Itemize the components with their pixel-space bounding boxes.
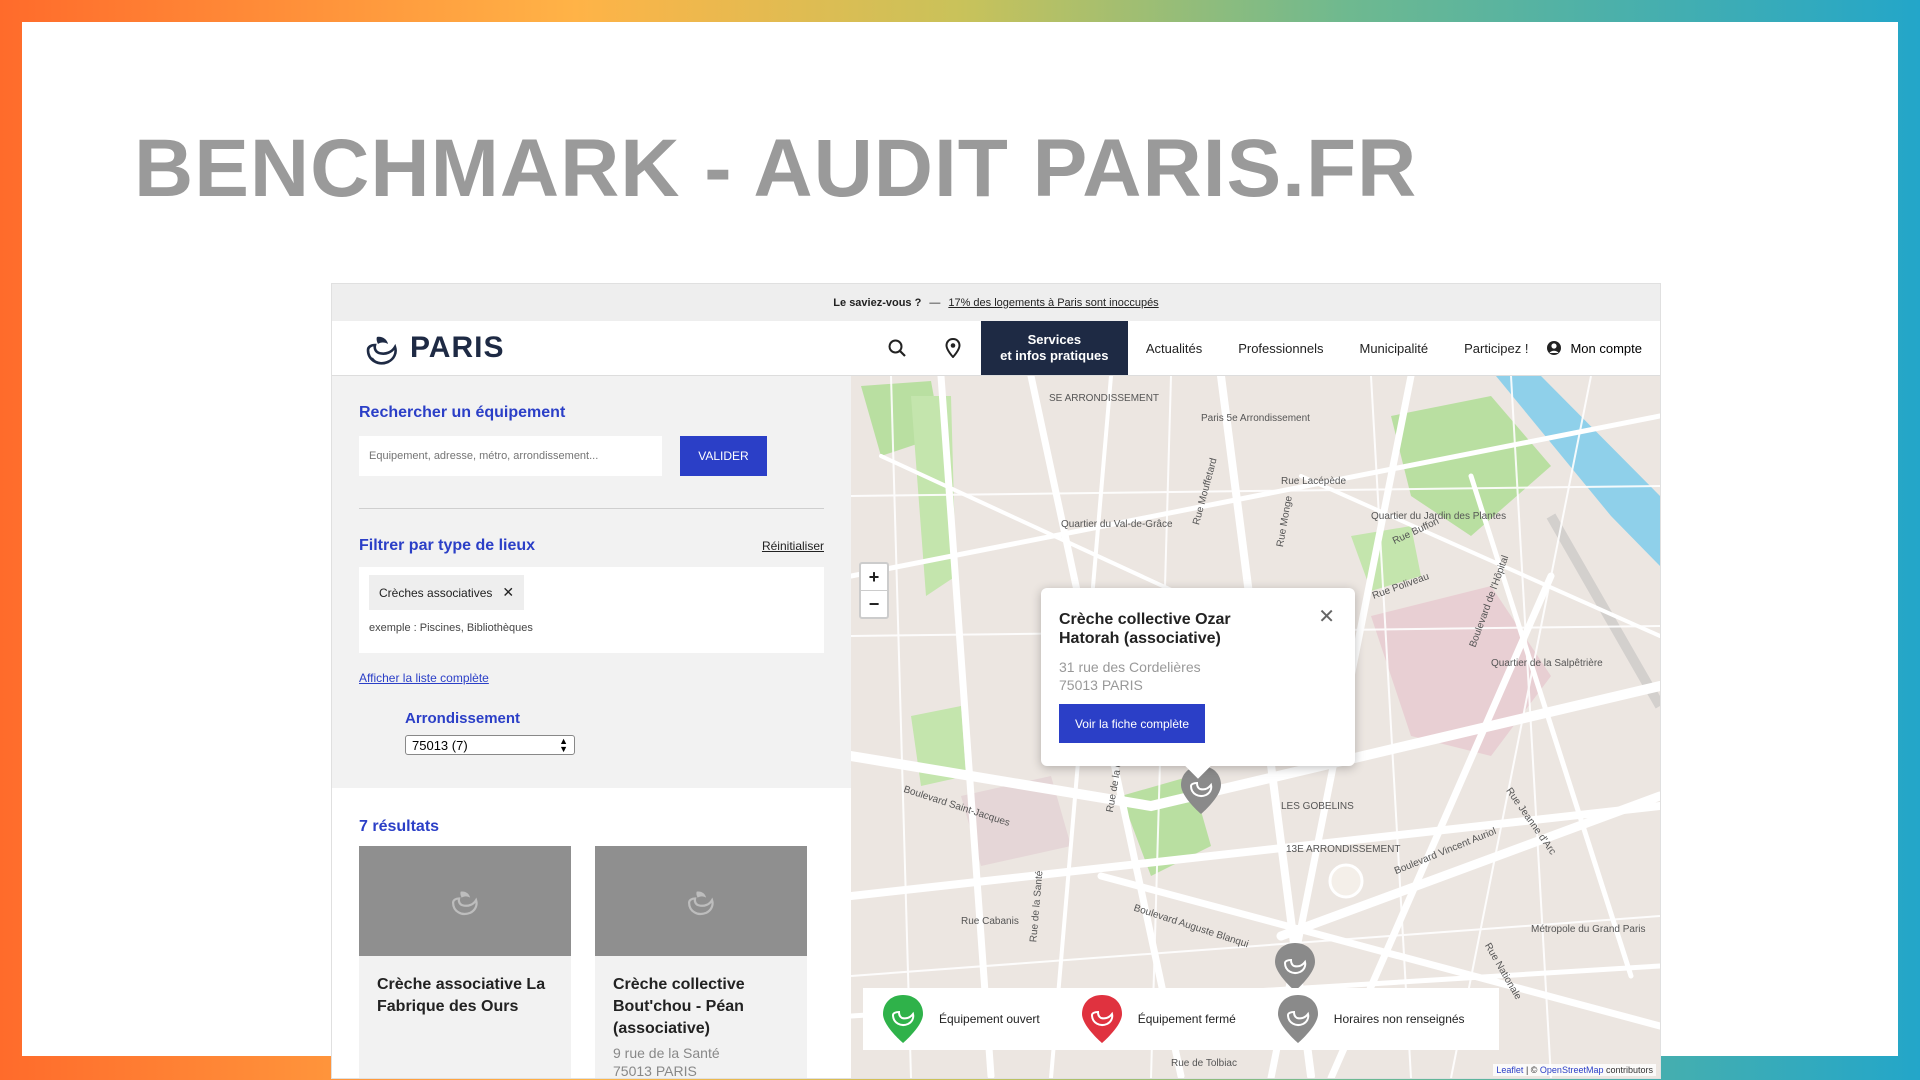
map-label: 13E ARRONDISSEMENT: [1286, 844, 1401, 855]
nav-actualites[interactable]: Actualités: [1128, 341, 1220, 356]
filter-title: Filtrer par type de lieux: [359, 537, 536, 554]
filter-chip: Crèches associatives ✕: [369, 575, 525, 610]
arrondissement-value: 75013 (7): [412, 737, 468, 753]
select-arrows-icon: ▲ ▼: [559, 736, 568, 754]
equipment-search-input[interactable]: [359, 436, 662, 476]
paris-boat-icon: [687, 891, 714, 916]
full-list-link[interactable]: Afficher la liste complète: [359, 671, 824, 685]
popup-address-line1: 31 rue des Cordelières: [1059, 659, 1201, 675]
card-address-line1: 9 rue de la Santé: [613, 1045, 720, 1061]
account-button[interactable]: Mon compte: [1546, 340, 1660, 356]
valider-button[interactable]: VALIDER: [680, 436, 767, 476]
zoom-out-button[interactable]: −: [861, 590, 887, 617]
map-marker-unknown[interactable]: [1273, 941, 1317, 993]
card-address: 9 rue de la Santé 75013 PARIS: [595, 1040, 807, 1078]
legend-open: Équipement ouvert: [881, 993, 1040, 1045]
map-attribution: Leaflet | © OpenStreetMap contributors: [1493, 1064, 1656, 1076]
legend-closed: Équipement fermé: [1080, 993, 1236, 1045]
marker-open-icon: [883, 995, 923, 1043]
nav-services-line1: Services: [1027, 332, 1082, 347]
slide-title: BENCHMARK - AUDIT PARIS.FR: [134, 123, 1418, 214]
card-address-line2: 75013 PARIS: [613, 1063, 697, 1078]
map-label: Rue Cabanis: [961, 916, 1019, 927]
legend-closed-label: Équipement fermé: [1137, 1012, 1236, 1026]
location-nav-button[interactable]: [925, 321, 981, 375]
banner-link[interactable]: 17% des logements à Paris sont inoccupés: [948, 297, 1158, 309]
leaflet-link[interactable]: Leaflet: [1496, 1065, 1523, 1075]
attribution-tail: contributors: [1603, 1065, 1653, 1075]
paris-boat-icon: [366, 336, 397, 365]
close-icon[interactable]: ✕: [502, 584, 514, 601]
paris-logo[interactable]: PARIS: [362, 328, 504, 368]
popup-address-line2: 75013 PARIS: [1059, 677, 1143, 693]
attribution-separator: | ©: [1523, 1065, 1540, 1075]
legend-unknown-label: Horaires non renseignés: [1333, 1012, 1465, 1026]
nav-professionnels[interactable]: Professionnels: [1220, 341, 1341, 356]
search-title: Rechercher un équipement: [359, 404, 566, 421]
nav-municipalite[interactable]: Municipalité: [1341, 341, 1446, 356]
arrondissement-select[interactable]: 75013 (7) ▲ ▼: [405, 735, 575, 755]
nav-services[interactable]: Services et infos pratiques: [980, 321, 1128, 375]
marker-closed-icon: [1081, 995, 1122, 1043]
result-card[interactable]: Crèche associative La Fabrique des Ours: [359, 846, 571, 1078]
filter-box[interactable]: Crèches associatives ✕ exemple : Piscine…: [359, 567, 824, 653]
zoom-control: + −: [859, 562, 889, 619]
results-section: 7 résultats Crèche associative La Fabriq…: [332, 818, 851, 1078]
zoom-in-button[interactable]: +: [861, 564, 887, 590]
site-header: PARIS Services et infos pratiques Actuali…: [332, 321, 1660, 376]
legend-open-label: Équipement ouvert: [939, 1012, 1040, 1026]
search-icon: [888, 339, 906, 357]
map-label: Quartier de la Salpêtrière: [1491, 658, 1603, 669]
popup-title: Crèche collective Ozar Hatorah (associat…: [1059, 611, 1231, 647]
results-count: 7 résultats: [359, 818, 440, 835]
search-panel: Rechercher un équipement VALIDER Filtrer…: [332, 376, 851, 788]
paris-boat-icon: [451, 891, 478, 916]
map-popup: Crèche collective Ozar Hatorah (associat…: [1041, 588, 1355, 779]
marker-unknown-icon: [1277, 995, 1318, 1043]
banner-prefix: Le saviez-vous ?: [833, 296, 922, 309]
account-label: Mon compte: [1570, 340, 1642, 356]
map-label: Quartier du Val-de-Grâce: [1061, 519, 1173, 530]
user-icon: [1547, 341, 1562, 355]
info-banner: Le saviez-vous ? — 17% des logements à P…: [332, 284, 1660, 321]
close-icon[interactable]: ✕: [1318, 604, 1335, 629]
banner-dash: —: [929, 296, 941, 309]
website-screenshot: Le saviez-vous ? — 17% des logements à P…: [332, 284, 1660, 1078]
filter-chip-label: Crèches associatives: [379, 585, 493, 600]
map-label: Rue de Tolbiac: [1171, 1058, 1237, 1069]
placeholder-image: [359, 846, 571, 956]
placeholder-image: [595, 846, 807, 956]
map-label: Rue Lacépède: [1281, 476, 1347, 487]
popup-address: 31 rue des Cordelières 75013 PARIS: [1059, 658, 1201, 694]
nav-services-line2: et infos pratiques: [1000, 348, 1109, 363]
map-label: SE ARRONDISSEMENT: [1049, 393, 1160, 404]
map-legend: Équipement ouvert Équipement fermé Horai…: [863, 988, 1499, 1050]
map-label: Métropole du Grand Paris: [1531, 924, 1646, 935]
filter-example: exemple : Piscines, Bibliothèques: [369, 622, 533, 634]
map-label: LES GOBELINS: [1281, 801, 1354, 812]
map-label: Paris 5e Arrondissement: [1201, 413, 1310, 424]
reset-link[interactable]: Réinitialiser: [762, 539, 824, 553]
map[interactable]: SE ARRONDISSEMENT Paris 5e Arrondissemen…: [851, 376, 1660, 1078]
logo-text: PARIS: [410, 331, 505, 364]
main-nav: Services et infos pratiques Actualités Pr…: [869, 321, 1660, 375]
search-nav-button[interactable]: [869, 321, 925, 375]
divider: [359, 508, 824, 509]
location-pin-icon: [945, 338, 961, 358]
nav-participez[interactable]: Participez !: [1446, 341, 1546, 356]
osm-link[interactable]: OpenStreetMap: [1540, 1065, 1604, 1075]
card-name: Crèche collective Bout'chou - Péan (asso…: [613, 976, 745, 1037]
result-card[interactable]: Crèche collective Bout'chou - Péan (asso…: [595, 846, 807, 1078]
legend-unknown: Horaires non renseignés: [1276, 993, 1465, 1045]
arrondissement-label: Arrondissement: [405, 710, 521, 727]
search-sidebar: Rechercher un équipement VALIDER Filtrer…: [332, 376, 851, 1078]
slide-frame: BENCHMARK - AUDIT PARIS.FR Le saviez-vou…: [22, 22, 1898, 1078]
view-details-button[interactable]: Voir la fiche complète: [1059, 704, 1205, 743]
card-name: Crèche associative La Fabrique des Ours: [377, 976, 546, 1015]
